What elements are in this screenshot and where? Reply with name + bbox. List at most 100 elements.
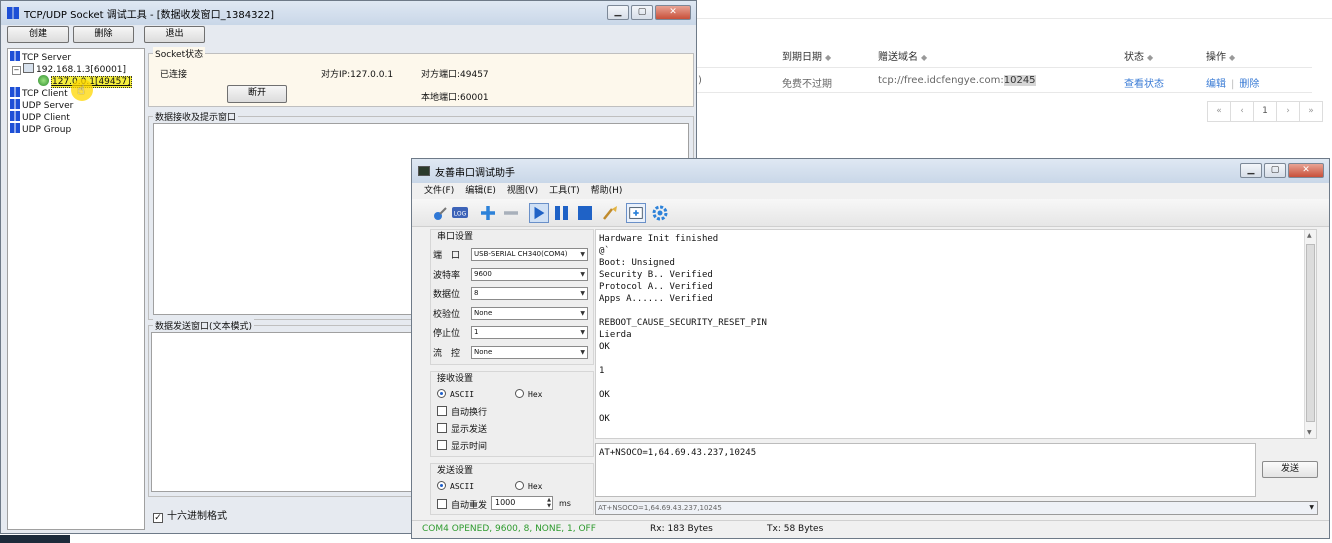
- spin-arrows-icon[interactable]: ▲ ▼: [547, 497, 551, 509]
- stopbits-select[interactable]: 1: [471, 326, 588, 339]
- recv-ascii-radio[interactable]: [437, 389, 446, 398]
- clear-broom-icon[interactable]: [600, 203, 620, 223]
- menu-help[interactable]: 帮助(H): [591, 183, 623, 199]
- tree-item-udp-group[interactable]: UDP Group: [10, 123, 71, 136]
- baud-select[interactable]: 9600: [471, 268, 588, 281]
- prev-page-button[interactable]: ‹: [1230, 101, 1254, 122]
- databits-select[interactable]: 8: [471, 287, 588, 300]
- log-icon[interactable]: LOG: [450, 203, 470, 223]
- create-button[interactable]: 创建: [7, 26, 69, 43]
- tcp-title-bar[interactable]: TCP/UDP Socket 调试工具 - [数据收发窗口_1384322] ▁…: [1, 1, 696, 25]
- show-time-option[interactable]: 显示时间: [437, 439, 487, 452]
- menu-file[interactable]: 文件(F): [424, 183, 454, 199]
- last-page-button[interactable]: »: [1299, 101, 1323, 122]
- show-send-option[interactable]: 显示发送: [437, 422, 487, 435]
- socket-status-label: Socket状态: [153, 47, 206, 60]
- auto-resend-checkbox[interactable]: [437, 499, 447, 509]
- port-status: COM4 OPENED, 9600, 8, NONE, 1, OFF: [422, 524, 596, 534]
- disconnect-button[interactable]: 断开: [227, 85, 287, 103]
- auto-resend-option[interactable]: 自动重发: [437, 498, 487, 511]
- databits-label: 数据位: [433, 290, 461, 300]
- play-icon[interactable]: [529, 203, 549, 223]
- send-settings-section: 发送设置 ASCII Hex 自动重发 1000 ▲ ▼ ms: [430, 463, 594, 515]
- column-status-label: 状态: [1124, 52, 1144, 63]
- minimize-button[interactable]: ▁: [1240, 163, 1262, 178]
- flow-row: 流 控: [433, 346, 460, 359]
- domain-port-highlight: 10245: [1003, 75, 1036, 86]
- send-ascii-radio[interactable]: [437, 481, 446, 490]
- send-ascii-option[interactable]: ASCII: [437, 481, 474, 492]
- receive-terminal[interactable]: Hardware Init finished @` Boot: Unsigned…: [595, 229, 1317, 439]
- menu-view[interactable]: 视图(V): [507, 183, 538, 199]
- add-icon[interactable]: [478, 203, 498, 223]
- delete-link[interactable]: 删除: [1239, 79, 1259, 90]
- send-button[interactable]: 发送: [1262, 461, 1318, 478]
- connect-icon[interactable]: [430, 203, 450, 223]
- menu-tools[interactable]: 工具(T): [549, 183, 580, 199]
- send-hex-radio[interactable]: [515, 481, 524, 490]
- show-time-checkbox[interactable]: [437, 440, 447, 450]
- recv-hex-radio[interactable]: [515, 389, 524, 398]
- scrollbar-thumb[interactable]: [1306, 244, 1315, 422]
- recv-ascii-option[interactable]: ASCII: [437, 389, 474, 400]
- rx-count: Rx: 183 Bytes: [650, 524, 713, 534]
- collapse-icon[interactable]: −: [12, 66, 21, 75]
- column-expire-date[interactable]: 到期日期 ◆: [782, 48, 831, 63]
- send-hex-option[interactable]: Hex: [515, 481, 542, 492]
- grid-icon: [10, 51, 20, 61]
- stop-icon[interactable]: [575, 203, 595, 223]
- sort-icon[interactable]: ◆: [825, 53, 831, 62]
- new-window-icon[interactable]: [626, 203, 646, 223]
- hex-format-option[interactable]: ✓ 十六进制格式: [153, 507, 227, 523]
- page-1-button[interactable]: 1: [1253, 101, 1277, 122]
- next-page-button[interactable]: ›: [1276, 101, 1300, 122]
- window-title: TCP/UDP Socket 调试工具 - [数据收发窗口_1384322]: [24, 9, 275, 21]
- close-button[interactable]: ✕: [1288, 163, 1324, 178]
- grid-icon: [10, 111, 20, 121]
- flow-select[interactable]: None: [471, 346, 588, 359]
- close-button[interactable]: ✕: [655, 5, 691, 20]
- maximize-button[interactable]: ▢: [631, 5, 653, 20]
- recv-ascii-label: ASCII: [450, 390, 475, 399]
- column-status[interactable]: 状态 ◆: [1124, 48, 1153, 63]
- scroll-down-icon[interactable]: ▼: [1307, 429, 1312, 436]
- show-send-checkbox[interactable]: [437, 423, 447, 433]
- menu-edit[interactable]: 编辑(E): [465, 183, 496, 199]
- first-page-button[interactable]: «: [1207, 101, 1231, 122]
- column-actions[interactable]: 操作 ◆: [1206, 48, 1235, 63]
- svg-text:LOG: LOG: [454, 211, 467, 218]
- resend-interval-input[interactable]: 1000 ▲ ▼: [491, 496, 553, 510]
- auto-wrap-option[interactable]: 自动换行: [437, 405, 487, 418]
- sort-icon[interactable]: ◆: [1229, 53, 1235, 62]
- terminal-scrollbar[interactable]: ▲ ▼: [1304, 230, 1316, 438]
- parity-select[interactable]: None: [471, 307, 588, 320]
- domain-value: tcp://free.idcfengye.com:10245: [878, 75, 1036, 86]
- tree-label: UDP Server: [22, 101, 74, 111]
- edit-link[interactable]: 编辑: [1206, 79, 1226, 90]
- taskbar-fragment: [0, 535, 70, 543]
- send-history-select[interactable]: AT+NSOCO=1,64.69.43.237,10245: [595, 501, 1318, 515]
- sort-icon[interactable]: ◆: [921, 53, 927, 62]
- serial-title-bar[interactable]: 友善串口调试助手 ▁ ▢ ✕: [412, 159, 1329, 183]
- flow-label: 流 控: [433, 349, 461, 359]
- minimize-button[interactable]: ▁: [607, 5, 629, 20]
- parity-label: 校验位: [433, 310, 461, 320]
- delete-button[interactable]: 删除: [73, 26, 134, 43]
- send-input[interactable]: AT+NSOCO=1,64.69.43.237,10245: [595, 443, 1256, 497]
- view-status-link[interactable]: 查看状态: [1124, 75, 1164, 90]
- remove-icon[interactable]: [501, 203, 521, 223]
- exit-button[interactable]: 退出: [144, 26, 205, 43]
- pause-icon[interactable]: [552, 203, 572, 223]
- baud-row: 波特率: [433, 268, 460, 281]
- settings-gear-icon[interactable]: [650, 203, 670, 223]
- maximize-button[interactable]: ▢: [1264, 163, 1286, 178]
- peer-ip: 对方IP:127.0.0.1: [321, 70, 394, 80]
- scroll-up-icon[interactable]: ▲: [1307, 232, 1312, 239]
- port-select[interactable]: USB-SERIAL CH340(COM4): [471, 248, 588, 261]
- sort-icon[interactable]: ◆: [1147, 53, 1153, 62]
- column-domain[interactable]: 赠送域名 ◆: [878, 48, 927, 63]
- auto-wrap-checkbox[interactable]: [437, 406, 447, 416]
- connection-tree: TCP Server −192.168.1.3[60001] 127.0.0.1…: [7, 48, 145, 530]
- hex-format-checkbox[interactable]: ✓: [153, 513, 163, 523]
- recv-hex-option[interactable]: Hex: [515, 389, 542, 400]
